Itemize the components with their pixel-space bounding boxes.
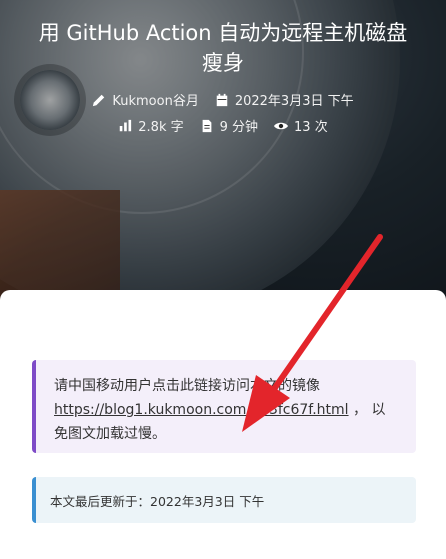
author-item: Kukmoon谷月 [92,90,199,109]
chart-icon [120,119,132,131]
view-count: 13 次 [294,120,328,135]
last-updated-notice: 本文最后更新于： 2022年3月3日 下午 [32,477,416,523]
post-title: 用 GitHub Action 自动为远程主机磁盘瘦身 [38,21,408,75]
read-time: 9 分钟 [219,120,259,135]
post-date: 2022年3月3日 下午 [234,94,354,109]
document-icon [202,119,211,132]
word-count: 2.8k 字 [138,120,184,135]
views-item: 13 次 [274,116,328,135]
mirror-link[interactable]: https://blog1.kukmoon.com/843fc67f.html [54,402,349,418]
wordcount-item: 2.8k 字 [118,116,184,135]
updated-label: 本文最后更新于： [50,493,151,509]
notice-text-before: 请中国移动用户点击此链接访问本文的镜像 [54,378,320,394]
date-item: 2022年3月3日 下午 [215,90,354,109]
mirror-notice: 请中国移动用户点击此链接访问本文的镜像 https://blog1.kukmoo… [32,360,416,453]
eye-icon [274,122,289,129]
pencil-icon [93,94,105,106]
updated-value: 2022年3月3日 下午 [150,493,265,509]
author-name: Kukmoon谷月 [112,94,199,109]
calendar-icon [216,93,228,106]
post-meta-row-2: 2.8k 字 9 分钟 13 次 [0,116,446,135]
post-meta-row-1: Kukmoon谷月 2022年3月3日 下午 [0,90,446,109]
readtime-item: 9 分钟 [200,116,258,135]
